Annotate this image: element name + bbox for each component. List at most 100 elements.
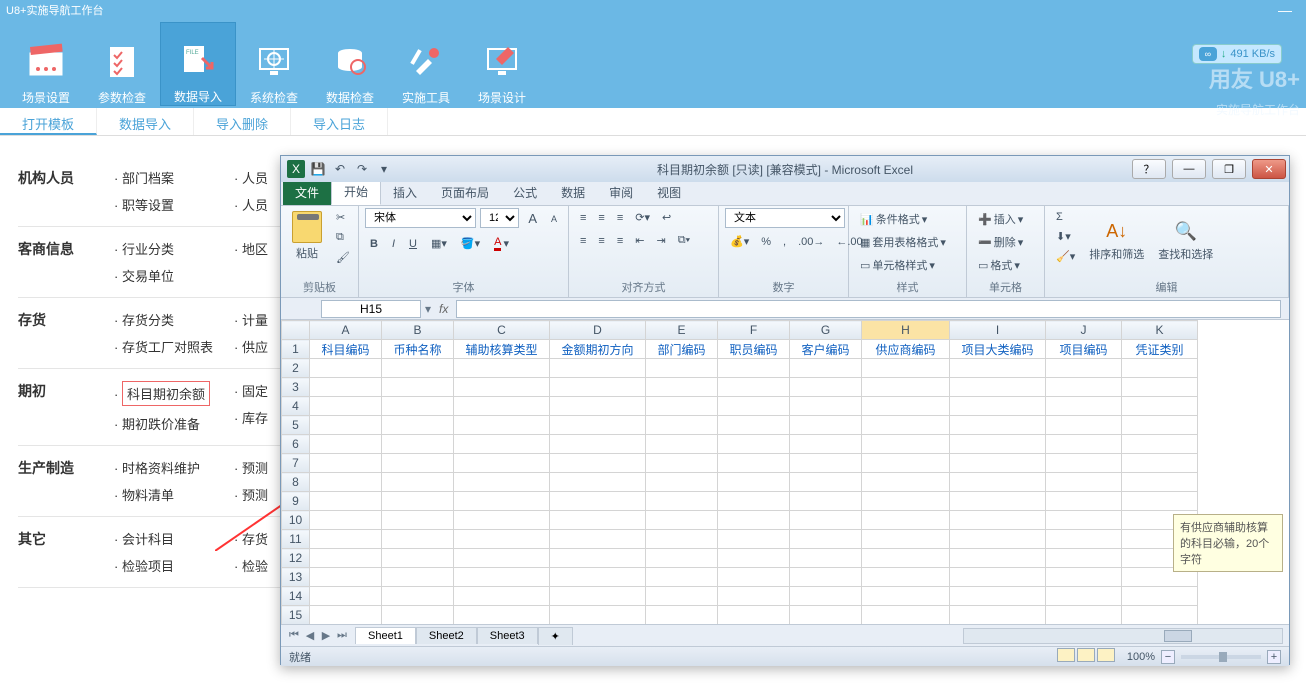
- cell[interactable]: [718, 473, 790, 492]
- cell[interactable]: [950, 492, 1046, 511]
- cell[interactable]: [646, 359, 718, 378]
- row-header[interactable]: 12: [282, 549, 310, 568]
- qat-save-button[interactable]: 💾: [309, 160, 327, 178]
- cell[interactable]: [646, 511, 718, 530]
- cell[interactable]: [950, 359, 1046, 378]
- cell-style-button[interactable]: ▭ 单元格样式 ▾: [855, 254, 960, 276]
- cell[interactable]: [1046, 473, 1122, 492]
- column-header[interactable]: K: [1122, 321, 1198, 340]
- cell[interactable]: [646, 549, 718, 568]
- cell[interactable]: [550, 549, 646, 568]
- cell[interactable]: [646, 378, 718, 397]
- cell[interactable]: [1046, 568, 1122, 587]
- cell[interactable]: [646, 435, 718, 454]
- border-button[interactable]: ▦▾: [426, 233, 452, 254]
- row-header[interactable]: 10: [282, 511, 310, 530]
- row-header[interactable]: 2: [282, 359, 310, 378]
- category-link[interactable]: 检验项目: [112, 552, 232, 579]
- cell[interactable]: [790, 568, 862, 587]
- underline-button[interactable]: U: [404, 233, 422, 254]
- qat-undo-button[interactable]: ↶: [331, 160, 349, 178]
- category-link[interactable]: 会计科目: [112, 525, 232, 552]
- cell[interactable]: [862, 397, 950, 416]
- qat-redo-button[interactable]: ↷: [353, 160, 371, 178]
- select-all-cell[interactable]: [282, 321, 310, 340]
- cell[interactable]: [382, 549, 454, 568]
- category-link[interactable]: 职等设置: [112, 191, 232, 218]
- category-link[interactable]: 期初跌价准备: [112, 410, 232, 437]
- orientation-button[interactable]: ⟳▾: [630, 208, 655, 227]
- autosum-button[interactable]: Σ: [1051, 208, 1080, 226]
- cell[interactable]: [718, 606, 790, 625]
- cell[interactable]: [862, 530, 950, 549]
- cell[interactable]: [790, 454, 862, 473]
- cells-format-button[interactable]: ▭ 格式 ▾: [973, 254, 1038, 276]
- excel-logo-icon[interactable]: X: [287, 160, 305, 178]
- cell[interactable]: [382, 397, 454, 416]
- cell[interactable]: [310, 473, 382, 492]
- row-header[interactable]: 15: [282, 606, 310, 625]
- cell[interactable]: [718, 511, 790, 530]
- cell[interactable]: [718, 359, 790, 378]
- sheet-tab[interactable]: Sheet3: [477, 627, 538, 644]
- category-link[interactable]: 科目期初余额: [112, 377, 232, 410]
- sheet-tab-new[interactable]: ✦: [538, 627, 573, 645]
- cell[interactable]: [718, 530, 790, 549]
- cell[interactable]: [310, 416, 382, 435]
- cell[interactable]: [310, 492, 382, 511]
- cell[interactable]: [646, 587, 718, 606]
- row-header[interactable]: 1: [282, 340, 310, 359]
- excel-tab-layout[interactable]: 页面布局: [429, 180, 501, 205]
- cell[interactable]: [454, 587, 550, 606]
- cell[interactable]: [790, 359, 862, 378]
- sheet-tab[interactable]: Sheet1: [355, 627, 416, 644]
- column-header[interactable]: C: [454, 321, 550, 340]
- cell[interactable]: [454, 454, 550, 473]
- cell[interactable]: [310, 397, 382, 416]
- row-header[interactable]: 11: [282, 530, 310, 549]
- percent-button[interactable]: %: [756, 232, 776, 251]
- cell[interactable]: [790, 606, 862, 625]
- cell[interactable]: [862, 549, 950, 568]
- cell[interactable]: [862, 511, 950, 530]
- excel-tab-data[interactable]: 数据: [549, 180, 597, 205]
- excel-restore-button[interactable]: ❐: [1212, 159, 1246, 179]
- align-center-button[interactable]: ≡: [593, 231, 609, 250]
- cell[interactable]: [310, 454, 382, 473]
- category-link[interactable]: 部门档案: [112, 164, 232, 191]
- row-header[interactable]: 13: [282, 568, 310, 587]
- cell[interactable]: [550, 435, 646, 454]
- wrap-text-button[interactable]: ↩: [657, 208, 676, 227]
- cell[interactable]: [454, 606, 550, 625]
- cell[interactable]: [790, 492, 862, 511]
- excel-minimize-button[interactable]: —: [1172, 159, 1206, 179]
- format-painter-button[interactable]: 🖌: [331, 248, 355, 267]
- cell[interactable]: [1122, 378, 1198, 397]
- row-header[interactable]: 8: [282, 473, 310, 492]
- cell[interactable]: [718, 454, 790, 473]
- cell[interactable]: 部门编码: [646, 340, 718, 359]
- font-name-select[interactable]: 宋体: [365, 208, 476, 228]
- cell[interactable]: [790, 397, 862, 416]
- cell[interactable]: [1122, 397, 1198, 416]
- copy-button[interactable]: ⧉: [331, 228, 355, 247]
- sheet-nav-next[interactable]: ▶: [319, 629, 333, 642]
- formula-bar[interactable]: [456, 300, 1281, 318]
- cell[interactable]: [310, 378, 382, 397]
- cell[interactable]: [454, 473, 550, 492]
- cell[interactable]: [1122, 606, 1198, 625]
- cell[interactable]: [646, 473, 718, 492]
- cell[interactable]: [382, 492, 454, 511]
- cell[interactable]: [790, 530, 862, 549]
- sheet-nav-first[interactable]: ⏮: [287, 629, 301, 642]
- cell[interactable]: [950, 530, 1046, 549]
- cell[interactable]: [950, 606, 1046, 625]
- column-header[interactable]: E: [646, 321, 718, 340]
- sort-filter-button[interactable]: 排序和筛选: [1084, 243, 1149, 265]
- row-header[interactable]: 14: [282, 587, 310, 606]
- cell[interactable]: [550, 473, 646, 492]
- network-speed-badge[interactable]: ∞ ↓ 491 KB/s: [1192, 44, 1282, 64]
- indent-inc-button[interactable]: ⇥: [651, 231, 670, 250]
- ribbon-scene-settings[interactable]: 场景设置: [8, 22, 84, 106]
- cell[interactable]: [382, 511, 454, 530]
